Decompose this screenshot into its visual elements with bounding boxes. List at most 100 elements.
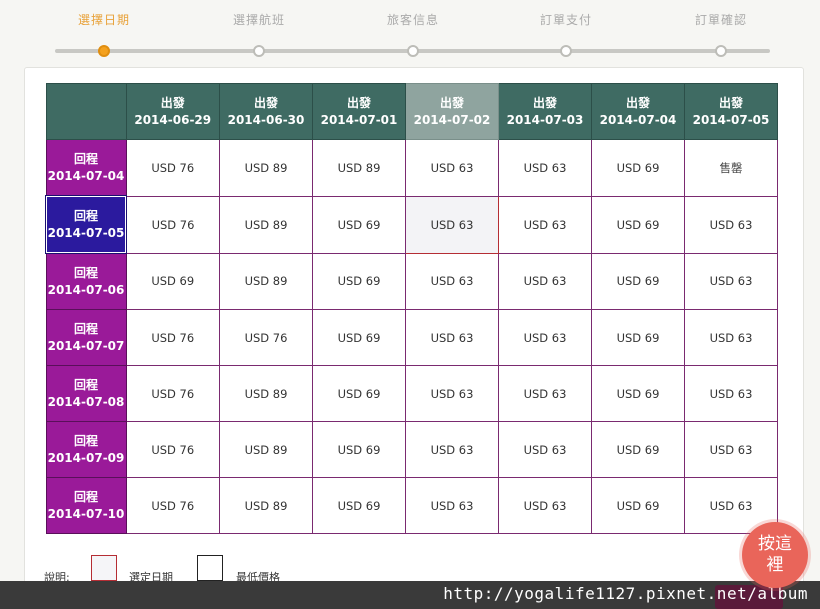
step-label-5: 訂單確認: [694, 13, 747, 27]
return-prefix: 回程: [73, 377, 98, 392]
step-label-1: 選擇日期: [77, 13, 130, 27]
return-prefix: 回程: [73, 151, 98, 166]
fare-cell[interactable]: USD 63: [405, 309, 499, 366]
return-date-header[interactable]: 回程 2014-07-08: [45, 365, 127, 422]
departure-date-header[interactable]: 出發 2014-07-03: [498, 83, 592, 140]
fare-cell[interactable]: USD 69: [591, 477, 685, 534]
fare-cell[interactable]: USD 76: [125, 195, 220, 254]
return-prefix: 回程: [73, 433, 98, 448]
fare-cell[interactable]: USD 69: [591, 309, 685, 366]
fare-row: 回程 2014-07-10 USD 76 USD 89 USD 69 USD 63 USD …: [45, 477, 778, 534]
return-prefix: 回程: [73, 489, 98, 504]
fare-cell[interactable]: USD 89: [312, 139, 406, 197]
return-prefix: 回程: [73, 208, 98, 223]
fare-row: 回程 2014-07-04 USD 76 USD 89 USD 89 USD 63 USD …: [45, 139, 778, 197]
return-prefix: 回程: [73, 321, 98, 336]
fare-cell[interactable]: USD 63: [405, 139, 499, 197]
fare-cell[interactable]: USD 89: [219, 421, 313, 478]
fare-row: 回程 2014-07-07 USD 76 USD 76 USD 69 USD 63 USD …: [45, 309, 778, 366]
fare-cell[interactable]: USD 63: [405, 195, 499, 254]
departure-date: 2014-06-30: [227, 112, 305, 127]
fare-cell[interactable]: USD 69: [591, 252, 685, 310]
return-date-header[interactable]: 回程 2014-07-05: [45, 195, 127, 254]
departure-date-header[interactable]: 出發 2014-07-02: [405, 83, 499, 140]
return-date-header[interactable]: 回程 2014-07-04: [45, 139, 127, 197]
legend-selected-swatch: [91, 555, 117, 581]
fare-cell[interactable]: USD 63: [684, 195, 778, 254]
fare-row: 回程 2014-07-06 USD 69 USD 89 USD 69 USD 63 USD …: [45, 252, 778, 310]
fare-cell[interactable]: USD 63: [405, 365, 499, 422]
departure-date-header[interactable]: 出發 2014-06-29: [125, 83, 220, 140]
sold-out-cell: 售罄: [684, 139, 778, 197]
fare-cell[interactable]: USD 63: [405, 252, 499, 310]
departure-date-header[interactable]: 出發 2014-07-05: [684, 83, 778, 140]
fare-cell[interactable]: USD 69: [312, 365, 406, 422]
step-dot-5: [715, 45, 727, 57]
departure-prefix: 出發: [253, 95, 278, 110]
return-prefix: 回程: [73, 265, 98, 280]
departure-date: 2014-07-04: [599, 112, 677, 127]
departure-date: 2014-07-02: [413, 112, 491, 127]
fare-cell[interactable]: USD 69: [591, 195, 685, 254]
grid-corner-cell: [45, 83, 127, 140]
fare-cell[interactable]: USD 76: [125, 421, 220, 478]
step-dot-4: [560, 45, 572, 57]
fare-cell[interactable]: USD 69: [312, 477, 406, 534]
fare-cell[interactable]: USD 63: [498, 139, 592, 197]
departure-date: 2014-07-03: [506, 112, 584, 127]
fare-cell[interactable]: USD 69: [591, 421, 685, 478]
fare-cell[interactable]: USD 69: [591, 365, 685, 422]
fare-cell[interactable]: USD 69: [312, 421, 406, 478]
fare-cell[interactable]: USD 63: [498, 252, 592, 310]
fare-row: 回程 2014-07-09 USD 76 USD 89 USD 69 USD 63 USD …: [45, 421, 778, 478]
fare-cell[interactable]: USD 63: [684, 309, 778, 366]
departure-prefix: 出發: [532, 95, 557, 110]
departure-date: 2014-06-29: [134, 112, 212, 127]
return-date: 2014-07-07: [47, 338, 125, 353]
fare-cell[interactable]: USD 63: [684, 365, 778, 422]
badge-text: 按這裡: [758, 534, 792, 575]
fare-cell[interactable]: USD 69: [312, 195, 406, 254]
fare-cell[interactable]: USD 63: [684, 421, 778, 478]
departure-date: 2014-07-05: [692, 112, 770, 127]
step-label-3: 旅客信息: [386, 13, 439, 27]
fare-cell[interactable]: USD 63: [405, 421, 499, 478]
fare-cell[interactable]: USD 69: [312, 309, 406, 366]
fare-cell[interactable]: USD 69: [125, 252, 220, 310]
return-date: 2014-07-08: [47, 394, 125, 409]
fare-cell[interactable]: USD 63: [498, 421, 592, 478]
step-dot-2: [253, 45, 265, 57]
departure-date-header[interactable]: 出發 2014-07-01: [312, 83, 406, 140]
click-here-badge[interactable]: 按這裡: [742, 522, 808, 588]
fare-cell[interactable]: USD 89: [219, 195, 313, 254]
fare-cell[interactable]: USD 89: [219, 477, 313, 534]
return-date-header[interactable]: 回程 2014-07-10: [45, 477, 127, 534]
fare-cell[interactable]: USD 63: [498, 477, 592, 534]
fare-cell[interactable]: USD 69: [591, 139, 685, 197]
return-date: 2014-07-09: [47, 450, 125, 465]
fare-cell[interactable]: USD 63: [498, 309, 592, 366]
step-label-4: 訂單支付: [539, 13, 592, 27]
fare-cell[interactable]: USD 76: [125, 365, 220, 422]
departure-prefix: 出發: [718, 95, 743, 110]
return-date: 2014-07-04: [47, 168, 125, 183]
fare-cell[interactable]: USD 63: [498, 365, 592, 422]
fare-cell[interactable]: USD 89: [219, 252, 313, 310]
fare-cell[interactable]: USD 76: [125, 477, 220, 534]
fare-cell[interactable]: USD 63: [684, 252, 778, 310]
fare-cell[interactable]: USD 63: [498, 195, 592, 254]
fare-cell[interactable]: USD 76: [219, 309, 313, 366]
fare-cell[interactable]: USD 76: [125, 309, 220, 366]
departure-date-header[interactable]: 出發 2014-06-30: [219, 83, 313, 140]
fare-cell[interactable]: USD 89: [219, 365, 313, 422]
return-date-header[interactable]: 回程 2014-07-07: [45, 309, 127, 366]
fare-row: 回程 2014-07-05 USD 76 USD 89 USD 69 USD 63 USD …: [45, 195, 778, 254]
return-date-header[interactable]: 回程 2014-07-06: [45, 252, 127, 310]
fare-cell[interactable]: USD 63: [405, 477, 499, 534]
return-date: 2014-07-05: [47, 225, 125, 240]
fare-cell[interactable]: USD 76: [125, 139, 220, 197]
departure-date-header[interactable]: 出發 2014-07-04: [591, 83, 685, 140]
fare-cell[interactable]: USD 89: [219, 139, 313, 197]
fare-cell[interactable]: USD 69: [312, 252, 406, 310]
return-date-header[interactable]: 回程 2014-07-09: [45, 421, 127, 478]
